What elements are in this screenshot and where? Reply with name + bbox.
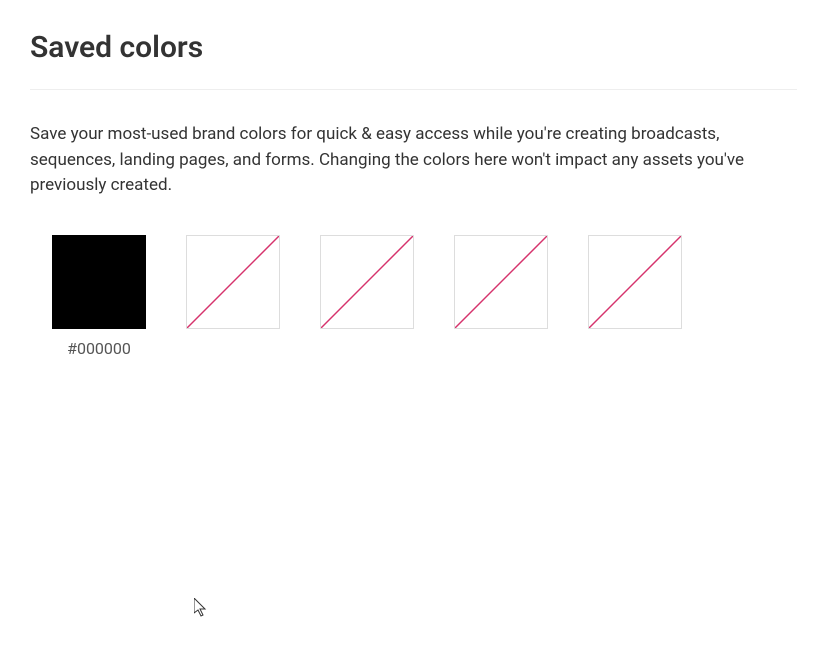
empty-swatch-diagonal-icon (589, 236, 681, 328)
divider (30, 89, 797, 90)
empty-swatch-diagonal-icon (321, 236, 413, 328)
color-swatch-item: #000000 (52, 235, 146, 358)
empty-color-swatch[interactable] (454, 235, 548, 329)
color-swatch-item (320, 235, 414, 358)
empty-color-swatch[interactable] (588, 235, 682, 329)
color-swatch-label: #000000 (67, 339, 131, 358)
color-swatch-item (186, 235, 280, 358)
color-swatch[interactable] (52, 235, 146, 329)
empty-swatch-diagonal-icon (455, 236, 547, 328)
page-title: Saved colors (30, 30, 797, 65)
color-swatch-item (588, 235, 682, 358)
empty-color-swatch[interactable] (186, 235, 280, 329)
color-swatch-item (454, 235, 548, 358)
empty-swatch-diagonal-icon (187, 236, 279, 328)
cursor-icon (194, 598, 210, 618)
description-text: Save your most-used brand colors for qui… (30, 122, 797, 199)
empty-color-swatch[interactable] (320, 235, 414, 329)
color-swatches-container: #000000 (30, 235, 797, 358)
